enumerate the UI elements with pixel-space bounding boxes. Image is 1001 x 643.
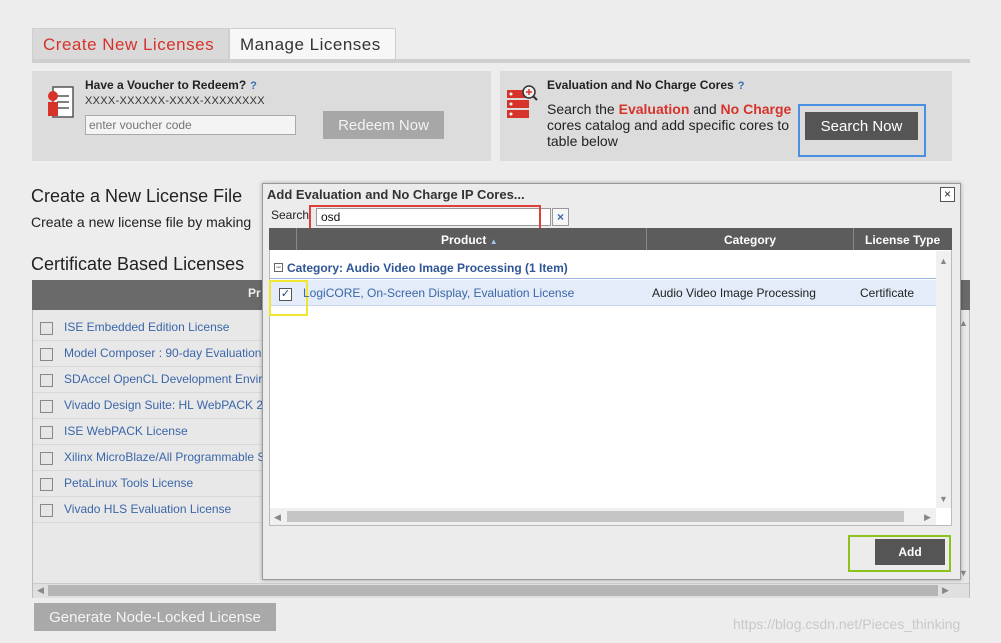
scroll-right-icon[interactable]: ▶ bbox=[942, 585, 949, 596]
row-checkbox[interactable] bbox=[40, 478, 53, 491]
column-header-product[interactable]: Product ▲ bbox=[441, 233, 498, 247]
license-link[interactable]: SDAccel OpenCL Development Envir bbox=[64, 372, 262, 386]
close-icon[interactable]: × bbox=[940, 187, 955, 202]
column-divider bbox=[853, 228, 854, 250]
sort-asc-icon: ▲ bbox=[489, 237, 498, 246]
evaluation-title: Evaluation and No Charge Cores? bbox=[547, 78, 745, 92]
license-link[interactable]: Vivado Design Suite: HL WebPACK 2 bbox=[64, 398, 263, 412]
row-checkbox[interactable] bbox=[40, 452, 53, 465]
tab-divider bbox=[32, 59, 970, 63]
voucher-format-hint: XXXX-XXXXXX-XXXX-XXXXXXXX bbox=[85, 95, 265, 107]
row-checkbox[interactable] bbox=[40, 374, 53, 387]
scroll-up-icon[interactable]: ▲ bbox=[939, 256, 948, 266]
table-row: ISE WebPACK License bbox=[33, 419, 266, 445]
table-row: PetaLinux Tools License bbox=[33, 471, 266, 497]
column-header-license-type[interactable]: License Type bbox=[865, 233, 940, 247]
search-label: Search bbox=[271, 208, 310, 222]
scroll-left-icon[interactable]: ◀ bbox=[274, 512, 281, 523]
tab-manage-licenses[interactable]: Manage Licenses bbox=[229, 28, 396, 59]
table-header-product[interactable]: Pr bbox=[248, 286, 261, 300]
generate-node-locked-license-button[interactable]: Generate Node-Locked License bbox=[34, 603, 276, 631]
license-link[interactable]: Xilinx MicroBlaze/All Programmable S bbox=[64, 450, 265, 464]
column-divider bbox=[646, 228, 647, 250]
certificate-licenses-heading: Certificate Based Licenses bbox=[31, 254, 245, 274]
row-checkbox[interactable] bbox=[40, 426, 53, 439]
scroll-down-icon[interactable]: ▼ bbox=[939, 494, 948, 504]
document-icon bbox=[48, 86, 74, 118]
row-checkbox[interactable] bbox=[40, 504, 53, 517]
clear-search-icon[interactable]: × bbox=[552, 208, 569, 226]
watermark: https://blog.csdn.net/Pieces_thinking bbox=[733, 616, 961, 632]
scroll-right-icon[interactable]: ▶ bbox=[924, 512, 931, 523]
voucher-help-icon[interactable]: ? bbox=[250, 80, 257, 92]
license-type-cell: Certificate bbox=[860, 286, 915, 300]
voucher-code-input[interactable] bbox=[85, 115, 296, 135]
product-link[interactable]: LogiCORE, On-Screen Display, Evaluation … bbox=[303, 286, 574, 300]
scrollbar-thumb[interactable] bbox=[48, 585, 938, 596]
column-divider bbox=[296, 228, 297, 250]
table-row: Model Composer : 90-day Evaluation bbox=[33, 341, 266, 367]
highlight-frame-blue bbox=[798, 104, 926, 157]
category-cell: Audio Video Image Processing bbox=[652, 286, 816, 300]
group-label: Category: Audio Video Image Processing (… bbox=[287, 261, 568, 275]
voucher-title: Have a Voucher to Redeem?? bbox=[85, 78, 257, 92]
row-checkbox[interactable] bbox=[40, 348, 53, 361]
table-row: SDAccel OpenCL Development Envir bbox=[33, 367, 266, 393]
table-row: Vivado HLS Evaluation License bbox=[33, 497, 266, 523]
grid-header bbox=[269, 228, 952, 250]
column-header-category[interactable]: Category bbox=[724, 233, 776, 247]
evaluation-description: Search the Evaluation and No Charge core… bbox=[547, 101, 792, 149]
collapse-icon[interactable]: − bbox=[274, 263, 283, 272]
scroll-left-icon[interactable]: ◀ bbox=[37, 585, 44, 596]
license-link[interactable]: ISE Embedded Edition License bbox=[64, 320, 229, 334]
license-link[interactable]: Model Composer : 90-day Evaluation bbox=[64, 346, 261, 360]
tab-create-new-licenses[interactable]: Create New Licenses bbox=[32, 28, 229, 59]
grid-vertical-scrollbar[interactable] bbox=[936, 251, 951, 508]
create-license-heading: Create a New License File bbox=[31, 186, 243, 206]
scrollbar-thumb[interactable] bbox=[287, 511, 904, 522]
highlight-frame-green bbox=[848, 535, 951, 572]
dialog-title: Add Evaluation and No Charge IP Cores... bbox=[267, 187, 525, 202]
table-row: ISE Embedded Edition License bbox=[33, 315, 266, 341]
server-search-icon bbox=[507, 85, 538, 118]
license-link[interactable]: Vivado HLS Evaluation License bbox=[64, 502, 231, 516]
license-link[interactable]: PetaLinux Tools License bbox=[64, 476, 193, 490]
row-checkbox[interactable] bbox=[40, 400, 53, 413]
table-row: Vivado Design Suite: HL WebPACK 2 bbox=[33, 393, 266, 419]
redeem-now-button[interactable]: Redeem Now bbox=[323, 111, 444, 139]
create-license-subtext: Create a new license file by making bbox=[31, 214, 252, 230]
evaluation-help-icon[interactable]: ? bbox=[738, 80, 745, 92]
row-checkbox[interactable] bbox=[40, 322, 53, 335]
table-row: Xilinx MicroBlaze/All Programmable S bbox=[33, 445, 266, 471]
license-link[interactable]: ISE WebPACK License bbox=[64, 424, 188, 438]
